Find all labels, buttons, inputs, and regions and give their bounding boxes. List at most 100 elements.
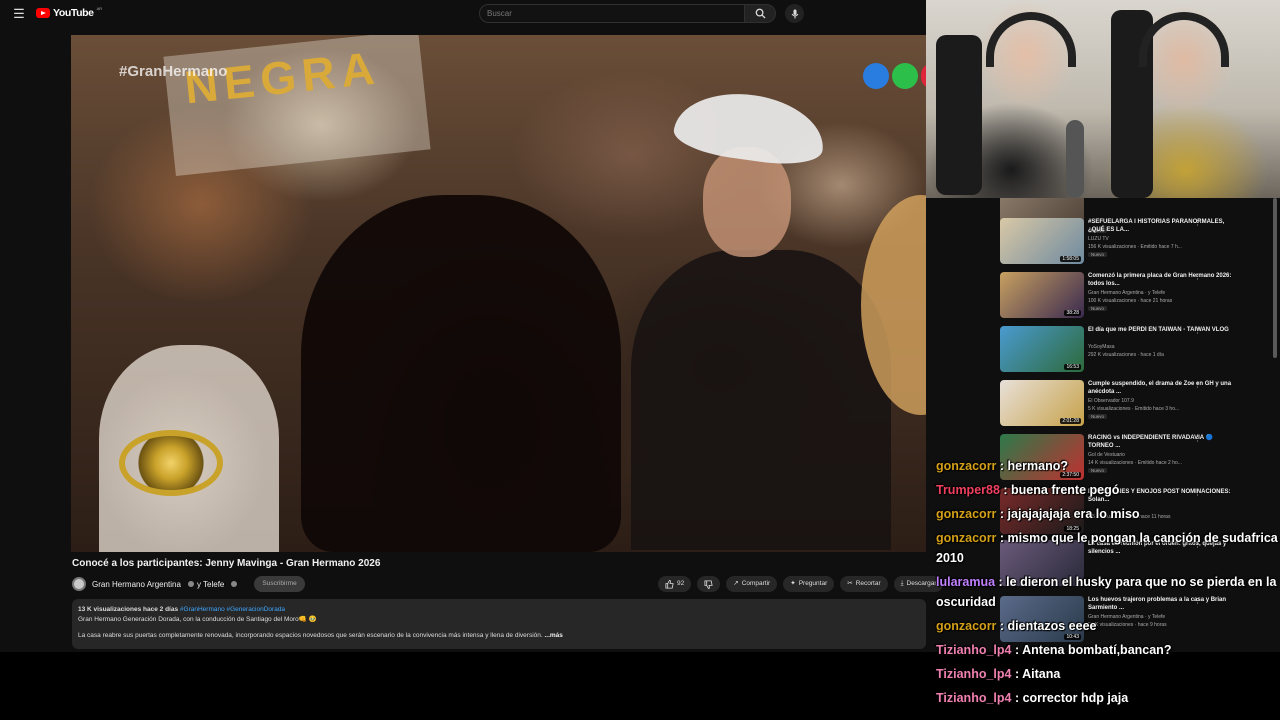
share-button[interactable]: ↗ Compartir [726, 576, 778, 592]
recommendation-thumbnail[interactable]: 1:58:05 [1000, 218, 1084, 264]
logo-country-code: AR [96, 6, 103, 11]
video-duration: 1:58:05 [1060, 256, 1081, 262]
clip-button[interactable]: ✂ Recortar [840, 576, 888, 592]
hamburger-icon[interactable]: ☰ [12, 7, 26, 21]
video-duration: 16:53 [1064, 364, 1081, 370]
recommendation-title: RACING vs INDEPENDIENTE RIVADAVIA 🔵 TORN… [1088, 435, 1214, 449]
recommendation-item[interactable]: 16:53 El día que me PERDÍ EN TAIWAN - TAI… [994, 324, 1280, 374]
telefe-logo [863, 63, 926, 89]
channel-name[interactable]: Gran Hermano Argentina [92, 580, 181, 589]
chat-separator: : [996, 459, 1008, 473]
microphone-icon [791, 9, 798, 18]
like-count: 92 [677, 580, 685, 587]
kebab-menu-icon[interactable]: ⋮ [1194, 381, 1201, 389]
recommendations-scrollbar[interactable] [1273, 198, 1277, 358]
chat-text: hermano? [1007, 459, 1068, 473]
kebab-menu-icon[interactable]: ⋮ [1194, 435, 1201, 443]
ask-button[interactable]: ✦ Preguntar [783, 576, 835, 592]
chat-username: gonzacorr [936, 459, 997, 473]
show-more-button[interactable]: ...más [544, 632, 562, 639]
streamer-webcam [926, 0, 1280, 198]
recommendation-item[interactable]: 38:28 Comenzó la primera placa de Gran He… [994, 270, 1280, 320]
stream-frame: ☰ YouTube AR Buscar NEGRA #GranHermano C… [0, 0, 1280, 720]
video-player[interactable]: NEGRA #GranHermano [71, 35, 926, 552]
thumbs-up-icon [665, 579, 674, 589]
video-duration: 38:28 [1064, 310, 1081, 316]
recommendation-meta: 100 K visualizaciones · hace 21 horas [1088, 298, 1173, 304]
recommendation-thumbnail[interactable]: 38:28 [1000, 272, 1084, 318]
description-line-2: La casa reabre sus puertas completamente… [78, 632, 543, 639]
verified-icon [187, 581, 194, 587]
youtube-logo[interactable]: YouTube AR [36, 6, 103, 19]
kebab-menu-icon[interactable]: ⋮ [1194, 273, 1201, 281]
channel-avatar[interactable] [72, 577, 86, 591]
crowd-banner: NEGRA [163, 35, 431, 177]
logo-text: YouTube [53, 7, 94, 19]
chat-message: Trumper88 : buena frente pegó [936, 480, 1280, 500]
description-hashtags[interactable]: #GranHermano #GeneracionDorada [180, 606, 285, 613]
gran-hermano-eye-logo [119, 430, 223, 496]
chat-message: gonzacorr : dientazos eeee [936, 616, 1280, 636]
recommendation-thumbnail[interactable]: 2:01:28 [1000, 380, 1084, 426]
recommendation-channel: YoSoyMasa [1088, 344, 1115, 350]
magnifier-icon [755, 8, 766, 19]
dislike-button[interactable] [697, 576, 721, 592]
chat-separator: : [1011, 691, 1023, 705]
subscribe-button[interactable]: Suscribirme [254, 576, 305, 592]
chat-message: Tizianho_lp4 : Aitana [936, 664, 1280, 684]
clip-label: Recortar [855, 580, 881, 587]
search-button[interactable] [745, 4, 776, 23]
chat-username: gonzacorr [936, 619, 997, 633]
video-title: Conocé a los participantes: Jenny Maving… [72, 558, 381, 569]
channel-collab-name[interactable]: y Telefe [197, 580, 224, 589]
gaming-chair-left [936, 35, 982, 195]
recommendation-channel: LUZU TV [1088, 236, 1109, 242]
scene-figure-hair [301, 195, 621, 552]
chat-text: dientazos eeee [1007, 619, 1097, 633]
chat-separator: : [996, 531, 1008, 545]
kebab-menu-icon[interactable]: ⋮ [1194, 219, 1201, 227]
chat-separator: : [996, 507, 1008, 521]
view-stats: 13 K visualizaciones hace 2 días [78, 606, 179, 613]
download-label: Descargar [906, 580, 937, 587]
chat-username: Trumper88 [936, 483, 1000, 497]
chat-username: gonzacorr [936, 507, 997, 521]
chat-text: buena frente pegó [1011, 483, 1120, 497]
recommendation-thumbnail[interactable]: 16:53 [1000, 326, 1084, 372]
scissors-icon: ✂ [847, 580, 853, 587]
scene-figure-shirt [631, 250, 891, 550]
voice-search-button[interactable] [785, 4, 804, 23]
chat-message: Tizianho_lp4 : corrector hdp jaja [936, 688, 1280, 708]
recommendation-meta: 156 K visualizaciones · Emitido hace 7 h… [1088, 244, 1182, 250]
chat-message: gonzacorr : mismo que le pongan la canci… [936, 528, 1280, 568]
chat-message: gonzacorr : jajajajajaja era lo miso [936, 504, 1280, 524]
kebab-menu-icon[interactable]: ⋮ [1194, 327, 1201, 335]
chat-text: corrector hdp jaja [1022, 691, 1129, 705]
description-line-1: Gran Hermano Generación Dorada, con la c… [78, 616, 317, 623]
recommendation-channel: Gran Hermano Argentina · y Telefe [1088, 290, 1166, 296]
chat-text: Antena bombatí,bancan? [1022, 643, 1172, 657]
description-box[interactable]: 13 K visualizaciones hace 2 días #GranHe… [72, 599, 926, 649]
chat-text: jajajajajaja era lo miso [1007, 507, 1140, 521]
chat-username: Tizianho_lp4 [936, 643, 1012, 657]
recommendation-channel: El Observador 107.9 [1088, 398, 1134, 404]
recommendation-item[interactable]: 1:58:05 #SEFUELARGA I HISTORIAS PARANORMA… [994, 216, 1280, 266]
recommendation-title: #SEFUELARGA I HISTORIAS PARANORMALES, ¿Q… [1088, 219, 1225, 233]
download-icon: ⤓ [900, 580, 904, 587]
recommendation-meta: 292 K visualizaciones · hace 1 día [1088, 352, 1164, 358]
share-label: Compartir [741, 580, 771, 587]
description-stats-line: 13 K visualizaciones hace 2 días #GranHe… [78, 605, 920, 615]
chat-username: Tizianho_lp4 [936, 667, 1012, 681]
like-button[interactable]: 92 [658, 576, 692, 592]
chat-separator: : [995, 575, 1007, 589]
recommendation-title: Cumple suspendido, el drama de Zoe en GH… [1088, 381, 1232, 395]
chat-username: Tizianho_lp4 [936, 691, 1012, 705]
telefe-blue-dot [863, 63, 889, 89]
sparkle-icon: ✦ [790, 580, 796, 587]
cowboy-hat [671, 84, 829, 171]
recommendation-item[interactable]: 2:01:28 Cumple suspendido, el drama de Zo… [994, 378, 1280, 428]
search-input[interactable]: Buscar [479, 4, 745, 23]
chat-separator: : [999, 483, 1012, 497]
chat-separator: : [996, 619, 1008, 633]
video-watermark: #GranHermano [119, 63, 228, 80]
